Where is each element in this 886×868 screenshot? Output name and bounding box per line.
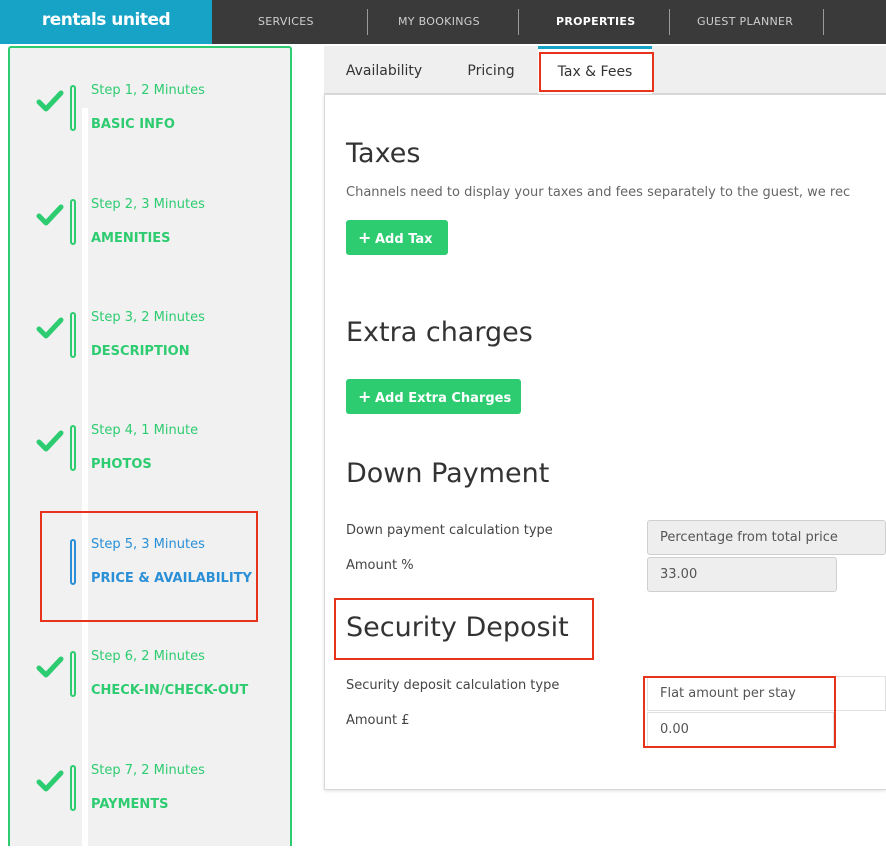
plus-icon: + bbox=[358, 228, 372, 247]
highlight-tax-fees-tab bbox=[539, 52, 654, 92]
setup-steps-sidebar: Step 1, 2 Minutes BASIC INFO Step 2, 3 M… bbox=[8, 46, 294, 868]
taxes-description: Channels need to display your taxes and … bbox=[346, 185, 851, 200]
step-duration: Step 3, 2 Minutes bbox=[91, 310, 205, 325]
add-tax-button[interactable]: + Add Tax bbox=[346, 220, 448, 255]
tab-pricing[interactable]: Pricing bbox=[446, 46, 536, 94]
security-deposit-type-label: Security deposit calculation type bbox=[346, 678, 560, 693]
step-bar bbox=[70, 85, 76, 131]
step-duration: Step 1, 2 Minutes bbox=[91, 83, 205, 98]
down-payment-amount-input[interactable]: 33.00 bbox=[647, 557, 837, 592]
step-title: PHOTOS bbox=[91, 457, 152, 472]
step-bar bbox=[70, 199, 76, 245]
step-duration: Step 6, 2 Minutes bbox=[91, 649, 205, 664]
checkmark-icon bbox=[36, 430, 64, 452]
down-payment-type-label: Down payment calculation type bbox=[346, 523, 553, 538]
checkmark-icon bbox=[36, 204, 64, 226]
nav-separator bbox=[669, 9, 670, 35]
down-payment-heading: Down Payment bbox=[346, 458, 550, 489]
step-duration: Step 7, 2 Minutes bbox=[91, 763, 205, 778]
checkmark-icon bbox=[36, 317, 64, 339]
taxes-heading: Taxes bbox=[346, 138, 421, 169]
step-bar bbox=[70, 425, 76, 471]
nav-properties[interactable]: PROPERTIES bbox=[556, 0, 635, 44]
step-bar bbox=[70, 651, 76, 697]
top-navigation-bar: rentals united SERVICES MY BOOKINGS PROP… bbox=[0, 0, 886, 44]
nav-my-bookings[interactable]: MY BOOKINGS bbox=[398, 0, 480, 44]
step-duration: Step 4, 1 Minute bbox=[91, 423, 199, 438]
highlight-current-step bbox=[40, 511, 258, 622]
add-extra-charges-label: Add Extra Charges bbox=[375, 391, 512, 406]
nav-guest-planner[interactable]: GUEST PLANNER bbox=[697, 0, 793, 44]
highlight-security-deposit-fields bbox=[643, 676, 836, 748]
step-title: PAYMENTS bbox=[91, 797, 169, 812]
plus-icon: + bbox=[358, 387, 372, 406]
extra-charges-heading: Extra charges bbox=[346, 317, 533, 348]
step-description[interactable]: Step 3, 2 Minutes DESCRIPTION bbox=[10, 300, 294, 370]
nav-services[interactable]: SERVICES bbox=[258, 0, 314, 44]
checkmark-icon bbox=[36, 90, 64, 112]
step-bar bbox=[70, 312, 76, 358]
down-payment-type-select[interactable]: Percentage from total price bbox=[647, 520, 886, 555]
tab-availability[interactable]: Availability bbox=[324, 46, 444, 94]
nav-separator bbox=[518, 9, 519, 35]
step-duration: Step 2, 3 Minutes bbox=[91, 197, 205, 212]
step-title: CHECK-IN/CHECK-OUT bbox=[91, 683, 249, 698]
security-deposit-amount-label: Amount £ bbox=[346, 713, 410, 728]
add-extra-charges-button[interactable]: + Add Extra Charges bbox=[346, 379, 521, 414]
step-payments[interactable]: Step 7, 2 Minutes PAYMENTS bbox=[10, 753, 294, 823]
add-tax-label: Add Tax bbox=[375, 232, 433, 247]
checkmark-icon bbox=[36, 770, 64, 792]
step-check-in-check-out[interactable]: Step 6, 2 Minutes CHECK-IN/CHECK-OUT bbox=[10, 639, 294, 709]
step-title: DESCRIPTION bbox=[91, 344, 190, 359]
step-basic-info[interactable]: Step 1, 2 Minutes BASIC INFO bbox=[10, 73, 294, 143]
step-title: AMENITIES bbox=[91, 231, 171, 246]
down-payment-amount-label: Amount % bbox=[346, 558, 414, 573]
nav-separator bbox=[823, 9, 824, 35]
step-bar bbox=[70, 765, 76, 811]
rentals-united-logo[interactable]: rentals united bbox=[0, 0, 212, 44]
highlight-security-deposit-heading bbox=[334, 598, 594, 660]
nav-separator bbox=[367, 9, 368, 35]
step-amenities[interactable]: Step 2, 3 Minutes AMENITIES bbox=[10, 187, 294, 257]
step-title: BASIC INFO bbox=[91, 117, 175, 132]
step-photos[interactable]: Step 4, 1 Minute PHOTOS bbox=[10, 413, 294, 483]
checkmark-icon bbox=[36, 656, 64, 678]
